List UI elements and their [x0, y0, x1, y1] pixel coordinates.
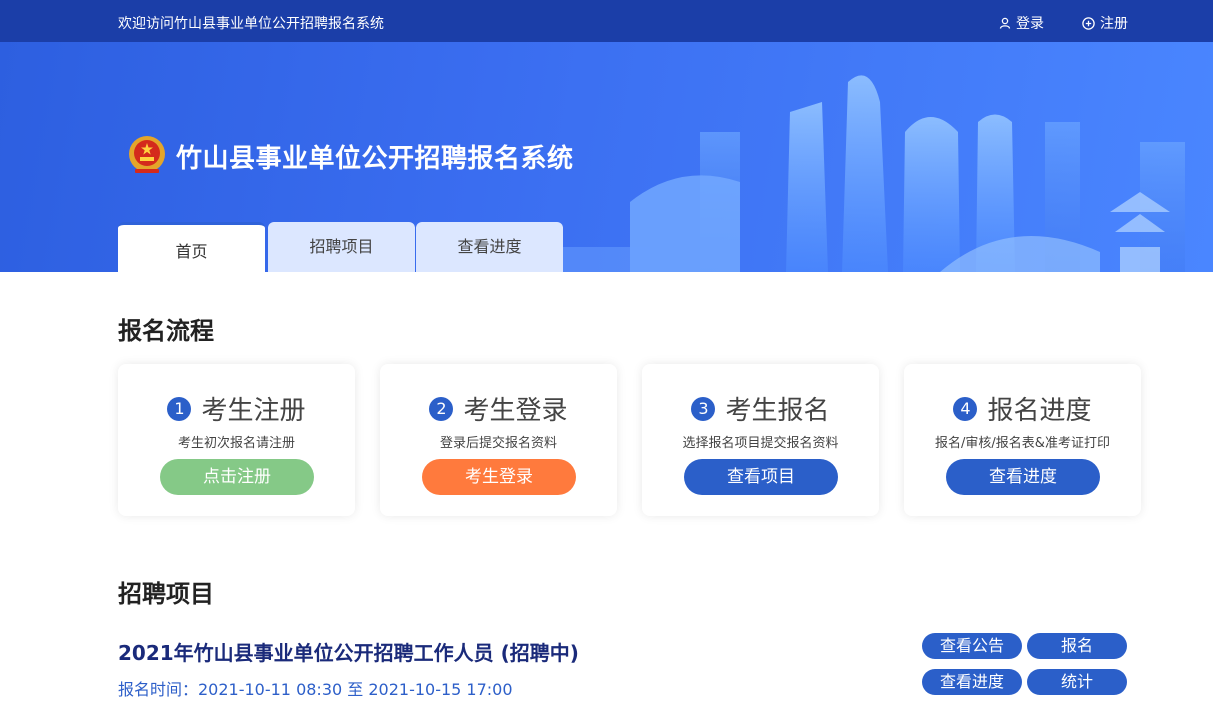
step-number-badge: 4 — [953, 396, 978, 421]
project-progress-button[interactable]: 查看进度 — [922, 669, 1022, 695]
plus-circle-icon — [1082, 16, 1095, 30]
step-title: 考生登录 — [463, 396, 568, 426]
tab-home[interactable]: 首页 — [118, 222, 265, 272]
step-heading: 2 考生登录 — [380, 390, 617, 427]
step-number-badge: 3 — [691, 396, 716, 421]
tab-recruit-projects[interactable]: 招聘项目 — [268, 222, 415, 272]
step-card-register: 1 考生注册 考生初次报名请注册 点击注册 — [118, 364, 355, 516]
national-emblem-logo — [129, 136, 165, 173]
click-register-button[interactable]: 点击注册 — [160, 459, 314, 495]
user-icon — [999, 17, 1011, 29]
welcome-text: 欢迎访问竹山县事业单位公开招聘报名系统 — [118, 16, 384, 32]
apply-button[interactable]: 报名 — [1027, 633, 1127, 659]
view-projects-button[interactable]: 查看项目 — [684, 459, 838, 495]
register-link[interactable]: 注册 — [1082, 13, 1128, 33]
statistics-button[interactable]: 统计 — [1027, 669, 1127, 695]
step-title: 考生报名 — [725, 396, 830, 426]
step-number-badge: 2 — [429, 396, 454, 421]
step-card-progress: 4 报名进度 报名/审核/报名表&准考证打印 查看进度 — [904, 364, 1141, 516]
project-registration-time: 报名时间：2021-10-11 08:30 至 2021-10-15 17:00 — [118, 680, 513, 699]
step-card-login: 2 考生登录 登录后提交报名资料 考生登录 — [380, 364, 617, 516]
candidate-login-button[interactable]: 考生登录 — [422, 459, 576, 495]
step-title: 报名进度 — [987, 396, 1092, 426]
projects-section-title: 招聘项目 — [118, 580, 214, 608]
view-announcement-button[interactable]: 查看公告 — [922, 633, 1022, 659]
login-label: 登录 — [1016, 16, 1044, 32]
login-link[interactable]: 登录 — [999, 13, 1044, 33]
register-label: 注册 — [1100, 16, 1128, 32]
site-title: 竹山县事业单位公开招聘报名系统 — [176, 144, 574, 174]
step-heading: 3 考生报名 — [642, 390, 879, 427]
project-title-link[interactable]: 2021年竹山县事业单位公开招聘工作人员 (招聘中) — [118, 637, 579, 666]
process-section-title: 报名流程 — [118, 317, 214, 345]
step-description: 登录后提交报名资料 — [439, 436, 557, 451]
tab-check-progress[interactable]: 查看进度 — [416, 222, 563, 272]
top-bar: 欢迎访问竹山县事业单位公开招聘报名系统 登录 注册 — [0, 0, 1213, 42]
step-description: 选择报名项目提交报名资料 — [682, 436, 839, 451]
step-number-badge: 1 — [167, 396, 192, 421]
step-description: 考生初次报名请注册 — [177, 436, 295, 451]
step-title: 考生注册 — [201, 396, 306, 426]
view-progress-button[interactable]: 查看进度 — [946, 459, 1100, 495]
step-heading: 4 报名进度 — [904, 390, 1141, 427]
step-heading: 1 考生注册 — [118, 390, 355, 427]
step-description: 报名/审核/报名表&准考证打印 — [935, 436, 1110, 451]
step-card-apply: 3 考生报名 选择报名项目提交报名资料 查看项目 — [642, 364, 879, 516]
